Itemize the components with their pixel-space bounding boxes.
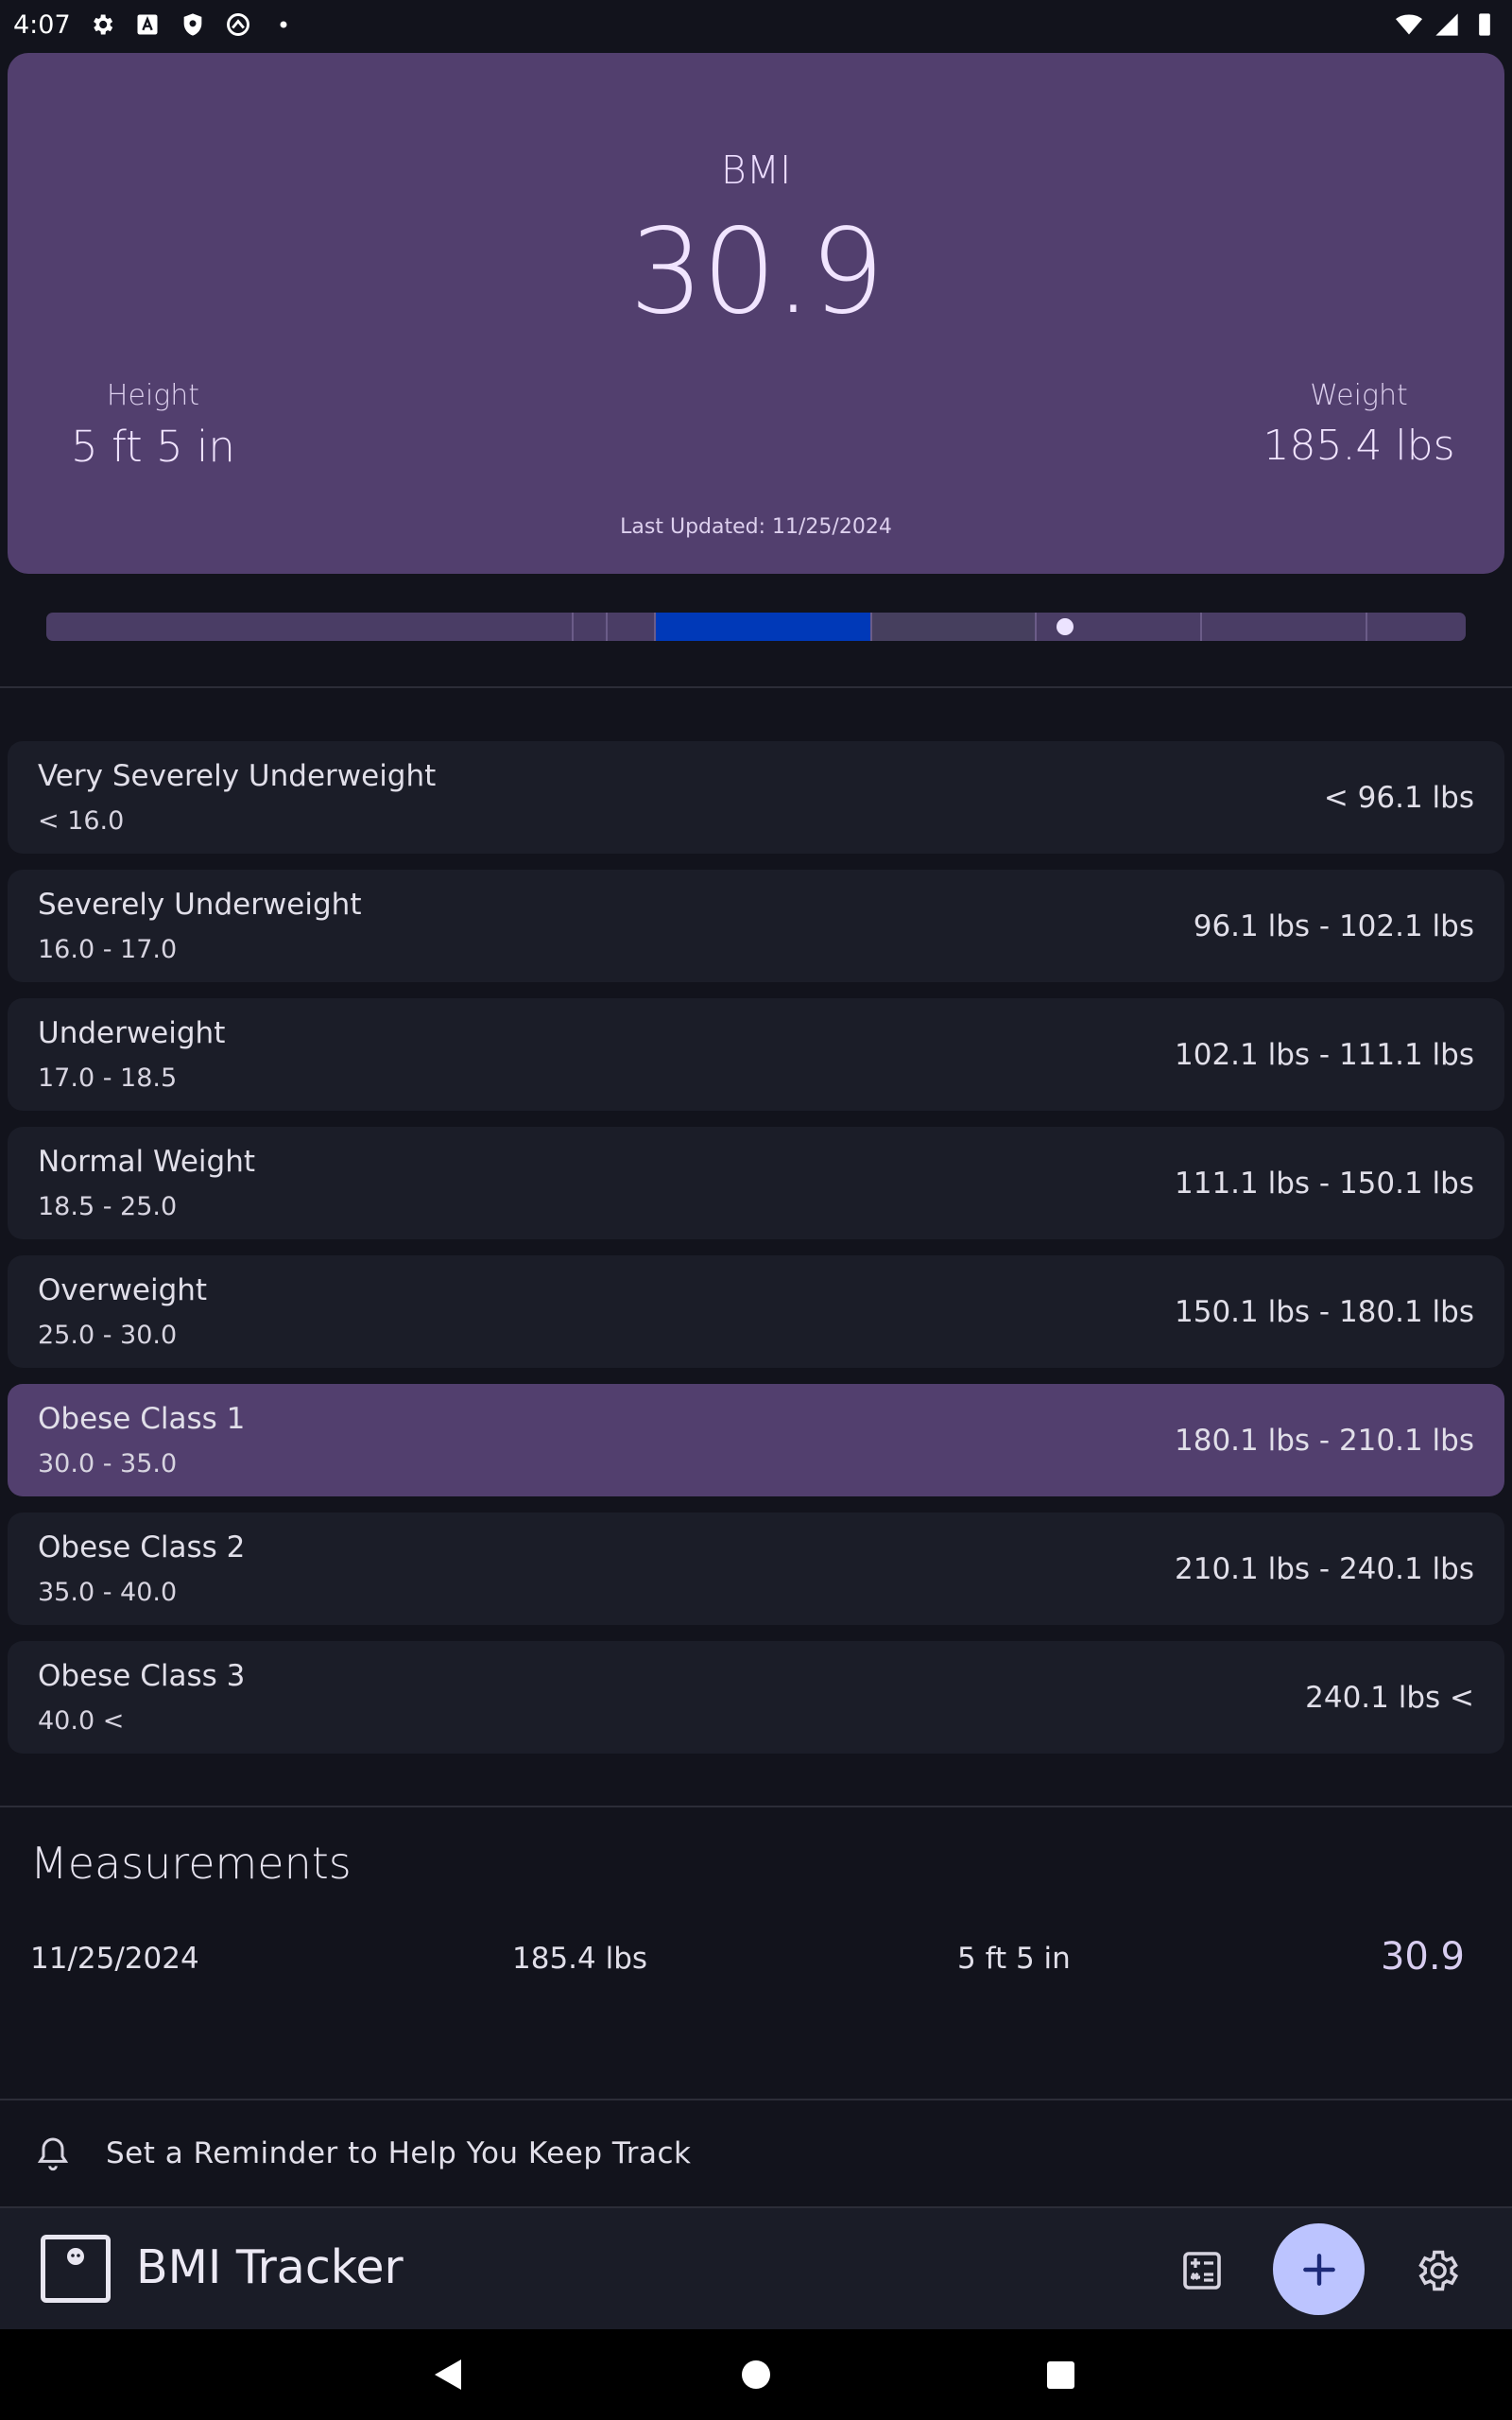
category-text: Normal Weight 18.5 - 25.0 [38, 1145, 255, 1221]
scale-tick [1366, 613, 1367, 641]
status-right [1395, 10, 1499, 39]
category-row: Underweight 17.0 - 18.5 102.1 lbs - 111.1 … [8, 998, 1504, 1111]
category-row: Obese Class 2 35.0 - 40.0 210.1 lbs - 240.… [8, 1512, 1504, 1625]
calculator-icon[interactable] [1179, 2248, 1225, 2293]
category-weight-range: 96.1 lbs - 102.1 lbs [1193, 908, 1474, 943]
category-text: Underweight 17.0 - 18.5 [38, 1016, 225, 1093]
category-bmi-range: 18.5 - 25.0 [38, 1192, 178, 1221]
measurement-height: 5 ft 5 in [957, 1942, 1071, 1976]
height-label: Height [106, 379, 200, 412]
system-nav-bar [0, 2329, 1512, 2420]
category-row: Obese Class 1 30.0 - 35.0 180.1 lbs - 210.… [8, 1384, 1504, 1496]
dot-status-icon [269, 10, 298, 39]
scale-overweight-segment [870, 613, 1035, 641]
category-text: Obese Class 2 35.0 - 40.0 [38, 1530, 245, 1607]
category-bmi-range: 40.0 < [38, 1706, 125, 1736]
battery-icon [1470, 10, 1499, 39]
scale-tick [572, 613, 574, 641]
category-row: Obese Class 3 40.0 < 240.1 lbs < [8, 1641, 1504, 1754]
height-stat: Height 5 ft 5 in [40, 379, 266, 472]
bmi-label: BMI [720, 147, 792, 193]
category-text: Very Severely Underweight < 16.0 [38, 759, 436, 836]
gear-icon[interactable] [1412, 2246, 1461, 2295]
last-updated: Last Updated: 11/25/2024 [620, 515, 892, 539]
category-name: Severely Underweight [38, 888, 362, 922]
weight-stat: Weight 185.4 lbs [1246, 379, 1472, 470]
category-weight-range: 111.1 lbs - 150.1 lbs [1175, 1166, 1474, 1201]
recent-apps-icon[interactable] [1047, 2361, 1074, 2389]
category-weight-range: 210.1 lbs - 240.1 lbs [1175, 1551, 1474, 1586]
category-name: Overweight [38, 1273, 208, 1307]
scale-tick [654, 613, 656, 641]
category-row: Severely Underweight 16.0 - 17.0 96.1 lbs … [8, 870, 1504, 982]
shield-status-icon [179, 10, 207, 39]
scale-tick [870, 613, 872, 641]
category-weight-range: 240.1 lbs < [1305, 1680, 1474, 1715]
category-weight-range: < 96.1 lbs [1323, 780, 1474, 815]
category-row: Very Severely Underweight < 16.0 < 96.1 lb… [8, 741, 1504, 854]
divider [0, 686, 1512, 688]
sync-status-icon [224, 10, 252, 39]
bottom-app-bar: BMI Tracker [0, 2208, 1512, 2329]
category-name: Obese Class 2 [38, 1530, 246, 1564]
category-text: Obese Class 1 30.0 - 35.0 [38, 1402, 245, 1478]
wifi-icon [1395, 10, 1423, 39]
category-bmi-range: 16.0 - 17.0 [38, 935, 178, 964]
category-text: Severely Underweight 16.0 - 17.0 [38, 888, 361, 964]
scale-logo-icon [41, 2235, 111, 2303]
category-text: Obese Class 3 40.0 < [38, 1659, 245, 1736]
status-bar: 4:07 [0, 0, 1512, 49]
bmi-position-marker [1056, 618, 1074, 635]
category-bmi-range: 30.0 - 35.0 [38, 1449, 178, 1478]
weight-value: 185.4 lbs [1263, 422, 1455, 470]
category-bmi-range: 17.0 - 18.5 [38, 1063, 178, 1093]
status-left: 4:07 [13, 10, 298, 40]
divider [0, 1806, 1512, 1807]
scale-highlight-segment [654, 613, 870, 641]
category-name: Underweight [38, 1016, 226, 1050]
scale-tick [1035, 613, 1037, 641]
category-weight-range: 150.1 lbs - 180.1 lbs [1175, 1294, 1474, 1329]
measurement-weight: 185.4 lbs [512, 1942, 648, 1976]
category-weight-range: 180.1 lbs - 210.1 lbs [1175, 1423, 1474, 1458]
category-weight-range: 102.1 lbs - 111.1 lbs [1175, 1037, 1474, 1072]
bmi-scale-bar [46, 613, 1466, 641]
category-text: Overweight 25.0 - 30.0 [38, 1273, 207, 1350]
measurement-date: 11/25/2024 [30, 1942, 199, 1976]
category-bmi-range: 35.0 - 40.0 [38, 1578, 178, 1607]
reminder-text: Set a Reminder to Help You Keep Track [106, 2136, 692, 2170]
back-icon[interactable] [433, 2358, 463, 2392]
height-value: 5 ft 5 in [71, 422, 235, 472]
scale-tick [606, 613, 608, 641]
category-name: Very Severely Underweight [38, 759, 437, 793]
reminder-button[interactable]: Set a Reminder to Help You Keep Track [0, 2100, 1512, 2206]
bmi-value: 30.9 [628, 204, 885, 340]
settings-status-icon [88, 10, 116, 39]
category-row: Normal Weight 18.5 - 25.0 111.1 lbs - 150.… [8, 1127, 1504, 1239]
home-icon[interactable] [742, 2360, 770, 2389]
category-bmi-range: 25.0 - 30.0 [38, 1321, 178, 1350]
measurements-title: Measurements [30, 1838, 352, 1889]
bmi-summary-card: BMI 30.9 Height 5 ft 5 in Weight 185.4 l… [8, 53, 1504, 574]
bmi-category-list: Very Severely Underweight < 16.0 < 96.1 lb… [8, 741, 1504, 1770]
category-name: Obese Class 1 [38, 1402, 246, 1436]
weight-label: Weight [1310, 379, 1408, 412]
signal-icon [1433, 10, 1461, 39]
category-bmi-range: < 16.0 [38, 806, 125, 836]
font-status-icon [133, 10, 162, 39]
scale-tick [1200, 613, 1202, 641]
category-name: Normal Weight [38, 1145, 256, 1179]
bell-icon [37, 2137, 69, 2171]
status-time: 4:07 [13, 9, 71, 40]
category-name: Obese Class 3 [38, 1659, 246, 1693]
category-row: Overweight 25.0 - 30.0 150.1 lbs - 180.1 l… [8, 1255, 1504, 1368]
plus-icon [1302, 2253, 1335, 2286]
measurement-row[interactable]: 11/25/2024 185.4 lbs 5 ft 5 in 30.9 [0, 1932, 1512, 1989]
app-title: BMI Tracker [136, 2240, 404, 2294]
measurement-bmi: 30.9 [1380, 1935, 1465, 1979]
add-measurement-button[interactable] [1273, 2223, 1365, 2315]
